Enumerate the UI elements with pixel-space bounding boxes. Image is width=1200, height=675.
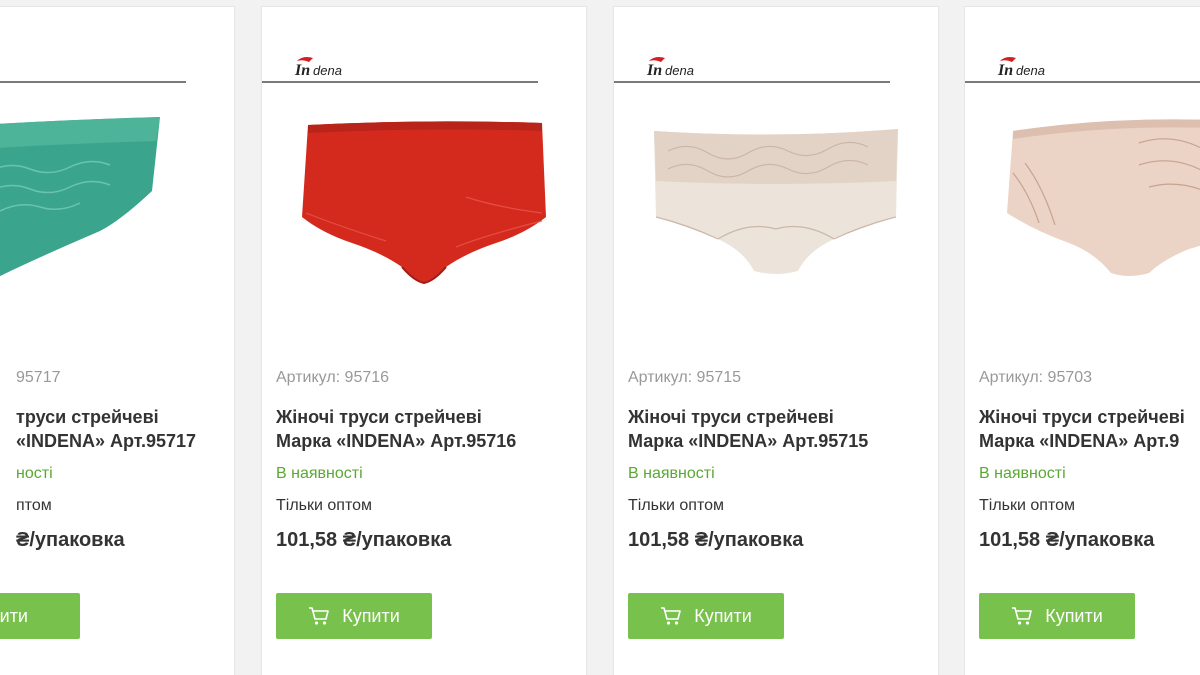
cart-icon [308, 606, 330, 626]
buy-button[interactable]: Купити [276, 593, 432, 639]
product-title[interactable]: Жіночі труси стрейчеві Марка «INDENA» Ар… [628, 405, 928, 453]
buy-button-label: упити [0, 605, 28, 626]
garment-photo [999, 113, 1200, 283]
svg-text:dena: dena [665, 63, 694, 78]
sku-label: Артикул: 95715 [628, 369, 742, 386]
svg-text:In: In [646, 62, 662, 79]
wholesale-note: птом [16, 497, 52, 514]
svg-text:dena: dena [313, 63, 342, 78]
product-grid: In dena 95717 т [0, 0, 1200, 675]
cart-icon [660, 606, 682, 626]
svg-text:dena: dena [1016, 63, 1045, 78]
product-image[interactable]: In dena [0, 7, 234, 347]
stock-status: В наявності [628, 465, 715, 482]
sku-label: 95717 [16, 369, 61, 386]
brand-logo: In dena [645, 53, 715, 79]
product-title-line2[interactable]: Марка «INDENA» Арт.95715 [628, 429, 928, 453]
garment-photo [0, 111, 170, 301]
product-card[interactable]: In dena 95717 т [0, 6, 235, 675]
cart-icon [1011, 606, 1033, 626]
price: 101,58 ₴/упаковка [276, 529, 452, 551]
garment-photo [296, 117, 552, 287]
brand-strip: In dena [262, 47, 538, 83]
wholesale-note: Тільки оптом [628, 497, 724, 514]
product-title[interactable]: Жіночі труси стрейчеві Марка «INDENA» Ар… [276, 405, 576, 453]
buy-button-label: Купити [342, 605, 400, 626]
product-title-line1[interactable]: труси стрейчеві [16, 405, 234, 429]
buy-button-label: Купити [694, 605, 752, 626]
brand-logo: In dena [0, 53, 11, 79]
product-card[interactable]: In dena Артикул: 95716 Жіночі труси стре… [261, 6, 587, 675]
stock-status: ності [16, 465, 53, 482]
svg-text:In: In [997, 62, 1013, 79]
product-title[interactable]: Жіночі труси стрейчеві Марка «INDENA» Ар… [979, 405, 1200, 453]
product-title-line1[interactable]: Жіночі труси стрейчеві [276, 405, 576, 429]
product-title-line2[interactable]: Марка «INDENA» Арт.95716 [276, 429, 576, 453]
price: 101,58 ₴/упаковка [628, 529, 804, 551]
sku-label: Артикул: 95703 [979, 369, 1093, 386]
brand-strip: In dena [0, 47, 186, 83]
stock-status: В наявності [979, 465, 1066, 482]
product-title-line2[interactable]: Марка «INDENA» Арт.9 [979, 429, 1200, 453]
svg-text:In: In [294, 62, 310, 79]
wholesale-note: Тільки оптом [276, 497, 372, 514]
buy-button[interactable]: Купити [979, 593, 1135, 639]
product-card[interactable]: In dena [964, 6, 1200, 675]
product-title-line1[interactable]: Жіночі труси стрейчеві [628, 405, 928, 429]
stock-status: В наявності [276, 465, 363, 482]
garment-photo [648, 121, 904, 281]
product-card[interactable]: In dena [613, 6, 939, 675]
brand-strip: In dena [614, 47, 890, 83]
price: 101,58 ₴/упаковка [979, 529, 1155, 551]
price: ₴/упаковка [16, 529, 125, 551]
product-title-line1[interactable]: Жіночі труси стрейчеві [979, 405, 1200, 429]
buy-button-label: Купити [1045, 605, 1103, 626]
brand-logo: In dena [293, 53, 363, 79]
product-image[interactable]: In dena [262, 7, 586, 347]
sku-label: Артикул: 95716 [276, 369, 390, 386]
buy-button[interactable]: упити [0, 593, 80, 639]
product-title-line2[interactable]: «INDENA» Арт.95717 [16, 429, 234, 453]
wholesale-note: Тільки оптом [979, 497, 1075, 514]
brand-logo: In dena [996, 53, 1066, 79]
product-image[interactable]: In dena [965, 7, 1200, 347]
product-title[interactable]: труси стрейчеві «INDENA» Арт.95717 [16, 405, 234, 453]
buy-button[interactable]: Купити [628, 593, 784, 639]
product-image[interactable]: In dena [614, 7, 938, 347]
brand-strip: In dena [965, 47, 1200, 83]
